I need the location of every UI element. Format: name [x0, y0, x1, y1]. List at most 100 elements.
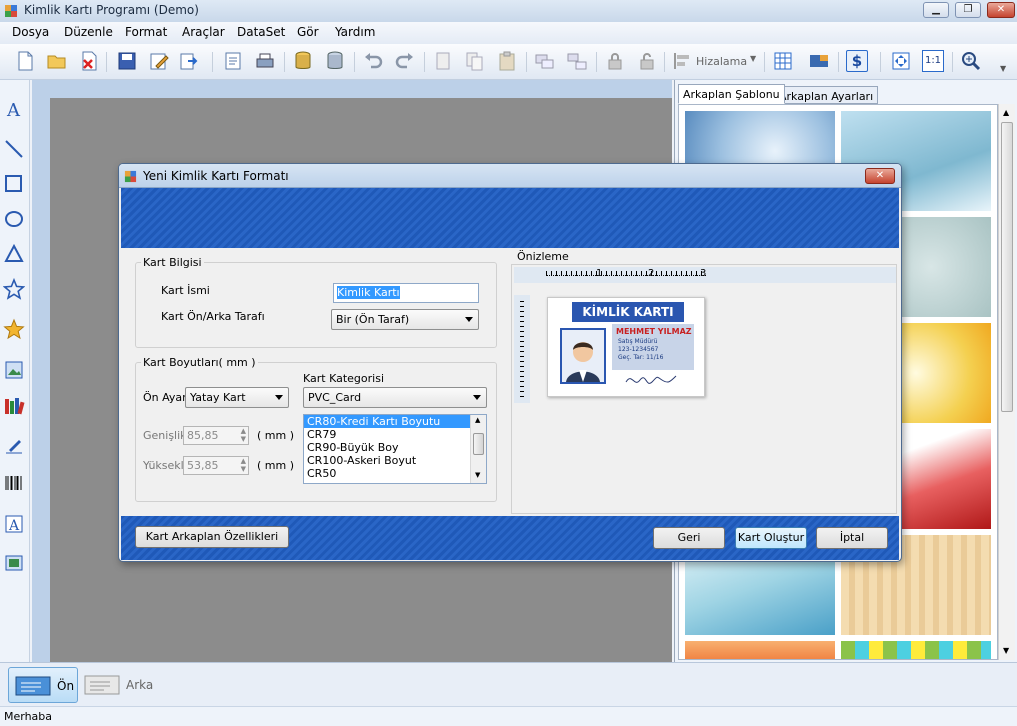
rectangle-tool-icon[interactable]: [3, 173, 25, 195]
lock-icon[interactable]: [604, 50, 626, 72]
list-scrollbar[interactable]: ▲ ▼: [470, 415, 486, 483]
cut-icon[interactable]: [432, 50, 454, 72]
tab-background-template[interactable]: Arkaplan Şablonu: [678, 84, 785, 104]
grid-icon[interactable]: [772, 50, 794, 72]
star-tool-icon[interactable]: [3, 278, 25, 300]
person-name: MEHMET YILMAZ: [616, 327, 692, 336]
menu-format[interactable]: Format: [125, 25, 167, 39]
dialog-close-button[interactable]: ✕: [865, 168, 895, 184]
card-side-label: Kart Ön/Arka Tarafı: [161, 310, 265, 323]
template-thumbnail[interactable]: [841, 641, 991, 659]
menu-yardim[interactable]: Yardım: [335, 25, 375, 39]
line-tool-icon[interactable]: [3, 138, 25, 160]
menu-dataset[interactable]: DataSet: [237, 25, 285, 39]
list-item[interactable]: CR50: [304, 467, 486, 480]
clipart-tool-icon[interactable]: [3, 318, 25, 340]
ruler-label: 3: [700, 268, 707, 279]
redo-icon[interactable]: [394, 50, 416, 72]
list-item[interactable]: CR79: [304, 428, 486, 441]
align-icon[interactable]: [672, 50, 694, 72]
page-icon[interactable]: [222, 50, 244, 72]
preview-ruler-vertical: [514, 295, 530, 403]
front-side-button[interactable]: Ön: [8, 667, 78, 703]
card-name-label: Kart İsmi: [161, 284, 210, 297]
chevron-down-icon: [473, 395, 481, 400]
text-tool-icon[interactable]: A: [3, 98, 25, 120]
dollar-icon[interactable]: $: [846, 50, 868, 72]
toolbar: Hizalama ▼ $ 1:1 ▼: [0, 44, 1017, 80]
group-icon[interactable]: [534, 50, 556, 72]
menu-araclar[interactable]: Araçlar: [182, 25, 225, 39]
card-side-select[interactable]: Bir (Ön Taraf): [331, 309, 479, 330]
orientation-select[interactable]: Yatay Kart: [185, 387, 289, 408]
spin-arrows-icon: ▲ ▼: [240, 427, 246, 443]
toolbar-overflow-icon[interactable]: ▼: [1000, 64, 1006, 73]
align-dropdown[interactable]: Hizalama: [696, 55, 747, 68]
menu-gor[interactable]: Gör: [297, 25, 319, 39]
undo-icon[interactable]: [362, 50, 384, 72]
gallery-scrollbar[interactable]: ▲ ▼: [998, 104, 1015, 660]
menu-dosya[interactable]: Dosya: [12, 25, 49, 39]
triangle-tool-icon[interactable]: [3, 243, 25, 265]
list-item[interactable]: CR100-Askeri Boyut: [304, 454, 486, 467]
database-icon[interactable]: [292, 50, 314, 72]
signature-image: [625, 375, 677, 384]
chevron-down-icon[interactable]: ▼: [750, 54, 756, 63]
left-toolbox: A A: [0, 80, 30, 662]
barcode-tool-icon[interactable]: [3, 472, 25, 494]
scroll-thumb[interactable]: [1001, 122, 1013, 412]
unlock-icon[interactable]: [636, 50, 658, 72]
save-icon[interactable]: [116, 50, 138, 72]
paste-icon[interactable]: [496, 50, 518, 72]
ellipse-tool-icon[interactable]: [3, 208, 25, 230]
dataset-icon[interactable]: [324, 50, 346, 72]
minimize-button[interactable]: ▁: [923, 2, 949, 18]
category-select[interactable]: PVC_Card: [303, 387, 487, 408]
scroll-thumb[interactable]: [473, 433, 484, 455]
print-icon[interactable]: [254, 50, 276, 72]
picture-tool-icon[interactable]: [3, 359, 25, 381]
template-thumbnail[interactable]: [685, 641, 835, 659]
card-name-input[interactable]: Kimlik Kartı: [333, 283, 479, 303]
dialog-app-icon: [124, 170, 137, 183]
export-icon[interactable]: [178, 50, 200, 72]
open-folder-icon[interactable]: [46, 50, 68, 72]
copy-icon[interactable]: [464, 50, 486, 72]
list-item[interactable]: CR80-Kredi Kartı Boyutu: [304, 415, 470, 428]
scroll-up-icon[interactable]: ▲: [475, 416, 480, 424]
scroll-up-icon[interactable]: ▲: [1003, 108, 1009, 117]
library-tool-icon[interactable]: [3, 395, 25, 417]
menu-duzenle[interactable]: Düzenle: [64, 25, 113, 39]
edit-icon[interactable]: [148, 50, 170, 72]
scroll-down-icon[interactable]: ▼: [475, 471, 480, 479]
photo-tool-icon[interactable]: [3, 552, 25, 574]
maximize-button[interactable]: ❐: [955, 2, 981, 18]
close-button[interactable]: ✕: [987, 2, 1015, 18]
front-card-icon: [15, 676, 51, 696]
new-file-icon[interactable]: [14, 50, 36, 72]
cancel-button[interactable]: İptal: [816, 527, 888, 549]
actual-size-button[interactable]: 1:1: [922, 50, 944, 72]
fit-screen-icon[interactable]: [890, 50, 912, 72]
person-title: Satış Müdürü: [618, 338, 658, 345]
text-box-tool-icon[interactable]: A: [3, 513, 25, 535]
chevron-down-icon: [465, 317, 473, 322]
create-card-button[interactable]: Kart Oluştur: [735, 527, 807, 549]
image-icon[interactable]: [808, 50, 830, 72]
zoom-icon[interactable]: [960, 50, 982, 72]
back-card-icon: [84, 675, 120, 695]
tab-background-settings[interactable]: Arkaplan Ayarları: [774, 86, 879, 104]
ruler-label: 1: [596, 268, 603, 279]
height-stepper[interactable]: 53,85 ▲ ▼: [183, 456, 249, 475]
scroll-down-icon[interactable]: ▼: [1003, 646, 1009, 655]
card-background-button[interactable]: Kart Arkaplan Özellikleri: [135, 526, 289, 548]
ungroup-icon[interactable]: [566, 50, 588, 72]
close-file-icon[interactable]: [78, 50, 100, 72]
width-stepper[interactable]: 85,85 ▲ ▼: [183, 426, 249, 445]
card-size-list[interactable]: CR80-Kredi Kartı Boyutu CR79 CR90-Büyük …: [303, 414, 487, 484]
back-button[interactable]: Geri: [653, 527, 725, 549]
back-side-button[interactable]: Arka: [80, 667, 156, 703]
list-item[interactable]: CR90-Büyük Boy: [304, 441, 486, 454]
menu-bar: Dosya Düzenle Format Araçlar DataSet Gör…: [0, 22, 1017, 44]
signature-tool-icon[interactable]: [3, 435, 25, 457]
